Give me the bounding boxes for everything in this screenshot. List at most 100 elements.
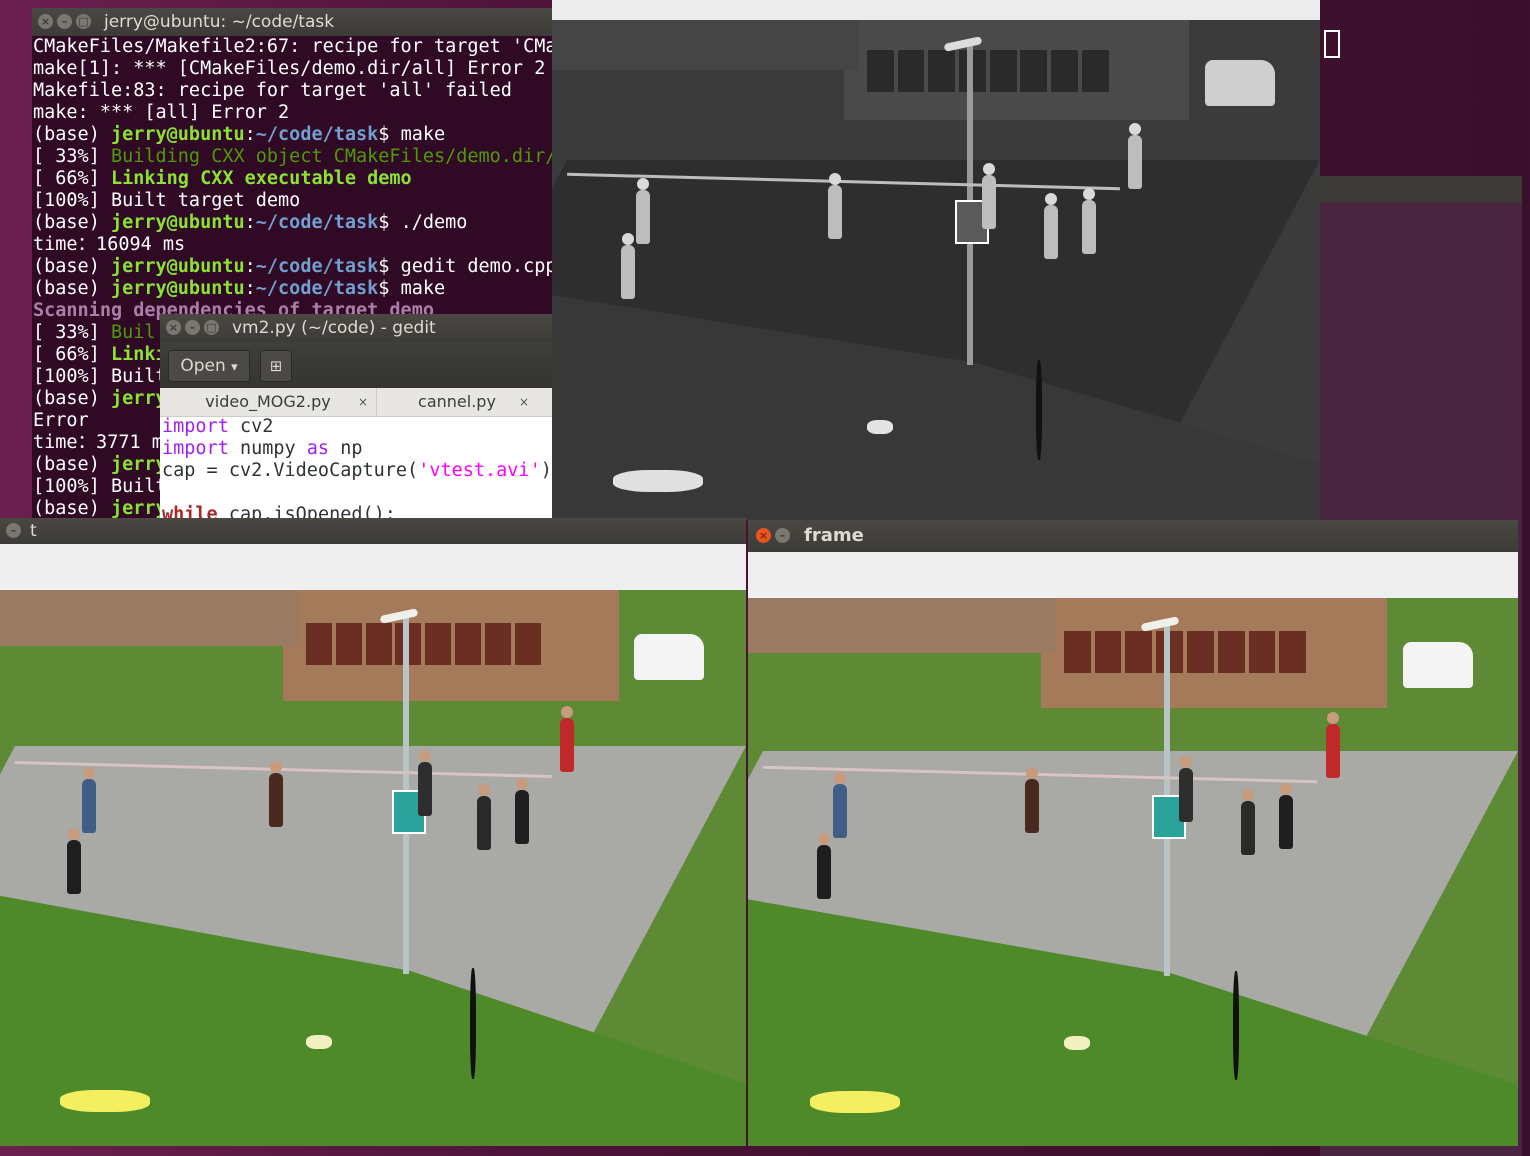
- text-segment: [ 33%]: [33, 322, 111, 343]
- window-pane: [1248, 630, 1276, 673]
- color-video-frame: [0, 590, 746, 1146]
- text-segment: make: *** [all] Error 2: [33, 102, 290, 123]
- t-window-titlebar[interactable]: – t: [0, 518, 746, 544]
- tab-cannel[interactable]: cannel.py ×: [376, 388, 537, 416]
- text-segment: jerry: [110, 454, 167, 475]
- window-pane: [425, 623, 452, 666]
- text-segment: ): [540, 460, 552, 481]
- text-segment: cv2: [228, 416, 274, 437]
- person-head: [560, 705, 573, 718]
- frame-window-title: frame: [804, 525, 864, 546]
- person: [67, 840, 82, 895]
- text-segment: (base): [33, 278, 111, 299]
- window-pane: [365, 623, 392, 666]
- text-segment: cap = cv2.VideoCapture(: [162, 460, 419, 481]
- text-cursor: [1324, 30, 1340, 58]
- minimize-icon[interactable]: –: [185, 320, 200, 335]
- grayscale-video-frame: [552, 20, 1320, 520]
- text-segment: :: [244, 212, 256, 233]
- text-segment: import: [162, 416, 229, 437]
- tab-label: video_MOG2.py: [205, 392, 331, 411]
- window-pane: [455, 623, 482, 666]
- building-left: [748, 598, 1056, 653]
- person: [1179, 767, 1194, 822]
- maximize-icon[interactable]: □: [76, 14, 91, 29]
- minimize-icon[interactable]: –: [775, 528, 790, 543]
- chevron-down-icon: ▾: [231, 360, 238, 375]
- text-segment: Makefile:83: recipe for target 'all' fai…: [33, 80, 512, 101]
- text-segment: :: [244, 278, 256, 299]
- text-segment: [ 66%]: [33, 344, 111, 365]
- text-line: Makefile:83: recipe for target 'all' fai…: [33, 80, 552, 102]
- background-window-titlebar[interactable]: [1320, 176, 1522, 202]
- text-segment: (base): [33, 498, 111, 519]
- open-button[interactable]: Open ▾: [168, 350, 250, 382]
- window-pane: [1125, 630, 1153, 673]
- code-editor[interactable]: import cv2 import numpy as np cap = cv2.Vi…: [160, 416, 552, 520]
- t-window-title: t: [30, 521, 37, 541]
- window-pane: [484, 623, 511, 666]
- text-segment: Error: [33, 410, 89, 431]
- mog2-output-window[interactable]: [552, 0, 1320, 520]
- person: [982, 175, 997, 229]
- tab-bar: video_MOG2.py × cannel.py ×: [160, 388, 552, 417]
- tab-video-mog2[interactable]: video_MOG2.py ×: [160, 388, 376, 416]
- cloth-on-grass: [809, 1091, 900, 1114]
- text-segment: numpy: [228, 438, 307, 459]
- text-segment: jerry@ubuntu: [110, 124, 245, 145]
- gedit-titlebar[interactable]: × – □ vm2.py (~/code) - gedit: [160, 314, 552, 342]
- mog2-window-titlebar[interactable]: [552, 0, 1320, 20]
- close-tab-icon[interactable]: ×: [519, 388, 529, 416]
- close-icon[interactable]: ×: [166, 320, 181, 335]
- person: [1128, 135, 1142, 189]
- person-head: [269, 761, 282, 774]
- person: [1240, 800, 1255, 855]
- text-line: make: *** [all] Error 2: [33, 102, 552, 124]
- close-tab-icon[interactable]: ×: [358, 388, 368, 416]
- maximize-icon[interactable]: □: [204, 320, 219, 335]
- person: [559, 717, 574, 772]
- text-segment: [100%] Built target demo: [33, 190, 301, 211]
- close-icon[interactable]: –: [6, 523, 21, 538]
- tab-label: cannel.py: [418, 392, 496, 411]
- text-segment: ~/code/task: [255, 124, 379, 145]
- open-label: Open: [180, 356, 226, 376]
- person-head: [983, 163, 996, 175]
- window-pane: [1186, 630, 1214, 673]
- close-icon[interactable]: ×: [756, 528, 771, 543]
- window-pane: [989, 50, 1017, 92]
- person-head: [1044, 193, 1057, 205]
- person-head: [83, 767, 96, 780]
- gedit-window[interactable]: × – □ vm2.py (~/code) - gedit Open ▾ ⊞ v…: [160, 314, 552, 520]
- minimize-icon[interactable]: –: [57, 14, 72, 29]
- person: [1325, 724, 1340, 779]
- new-document-button[interactable]: ⊞: [260, 350, 292, 382]
- tripod-stand: [1233, 970, 1240, 1081]
- window-pane: [897, 50, 925, 92]
- person: [1043, 205, 1058, 259]
- frame-video-window[interactable]: × – frame: [748, 520, 1518, 1146]
- person-head: [1082, 188, 1095, 200]
- text-segment: $ ./demo: [378, 212, 468, 233]
- text-line: [100%] Built target demo: [33, 190, 552, 212]
- text-segment: $ gedit demo.cpp: [378, 256, 552, 277]
- tripod-stand: [1035, 360, 1042, 460]
- text-line: CMakeFiles/Makefile2:67: recipe for targ…: [33, 36, 552, 58]
- person: [1025, 778, 1040, 833]
- window-pane: [514, 623, 541, 666]
- person: [1279, 795, 1294, 850]
- text-segment: jerry@ubuntu: [110, 256, 245, 277]
- frame-window-titlebar[interactable]: × – frame: [748, 520, 1518, 552]
- text-segment: import: [162, 438, 229, 459]
- window-pane: [866, 50, 894, 92]
- person-head: [818, 832, 831, 845]
- person-head: [1180, 755, 1193, 768]
- van: [1402, 641, 1473, 688]
- person: [636, 190, 651, 244]
- t-video-window[interactable]: – t: [0, 518, 746, 1146]
- text-segment: make[1]: *** [CMakeFiles/demo.dir/all] E…: [33, 58, 546, 79]
- text-segment: ~/code/task: [255, 256, 379, 277]
- terminal-titlebar[interactable]: × – □ jerry@ubuntu: ~/code/task: [32, 8, 552, 36]
- person: [417, 762, 432, 817]
- close-icon[interactable]: ×: [38, 14, 53, 29]
